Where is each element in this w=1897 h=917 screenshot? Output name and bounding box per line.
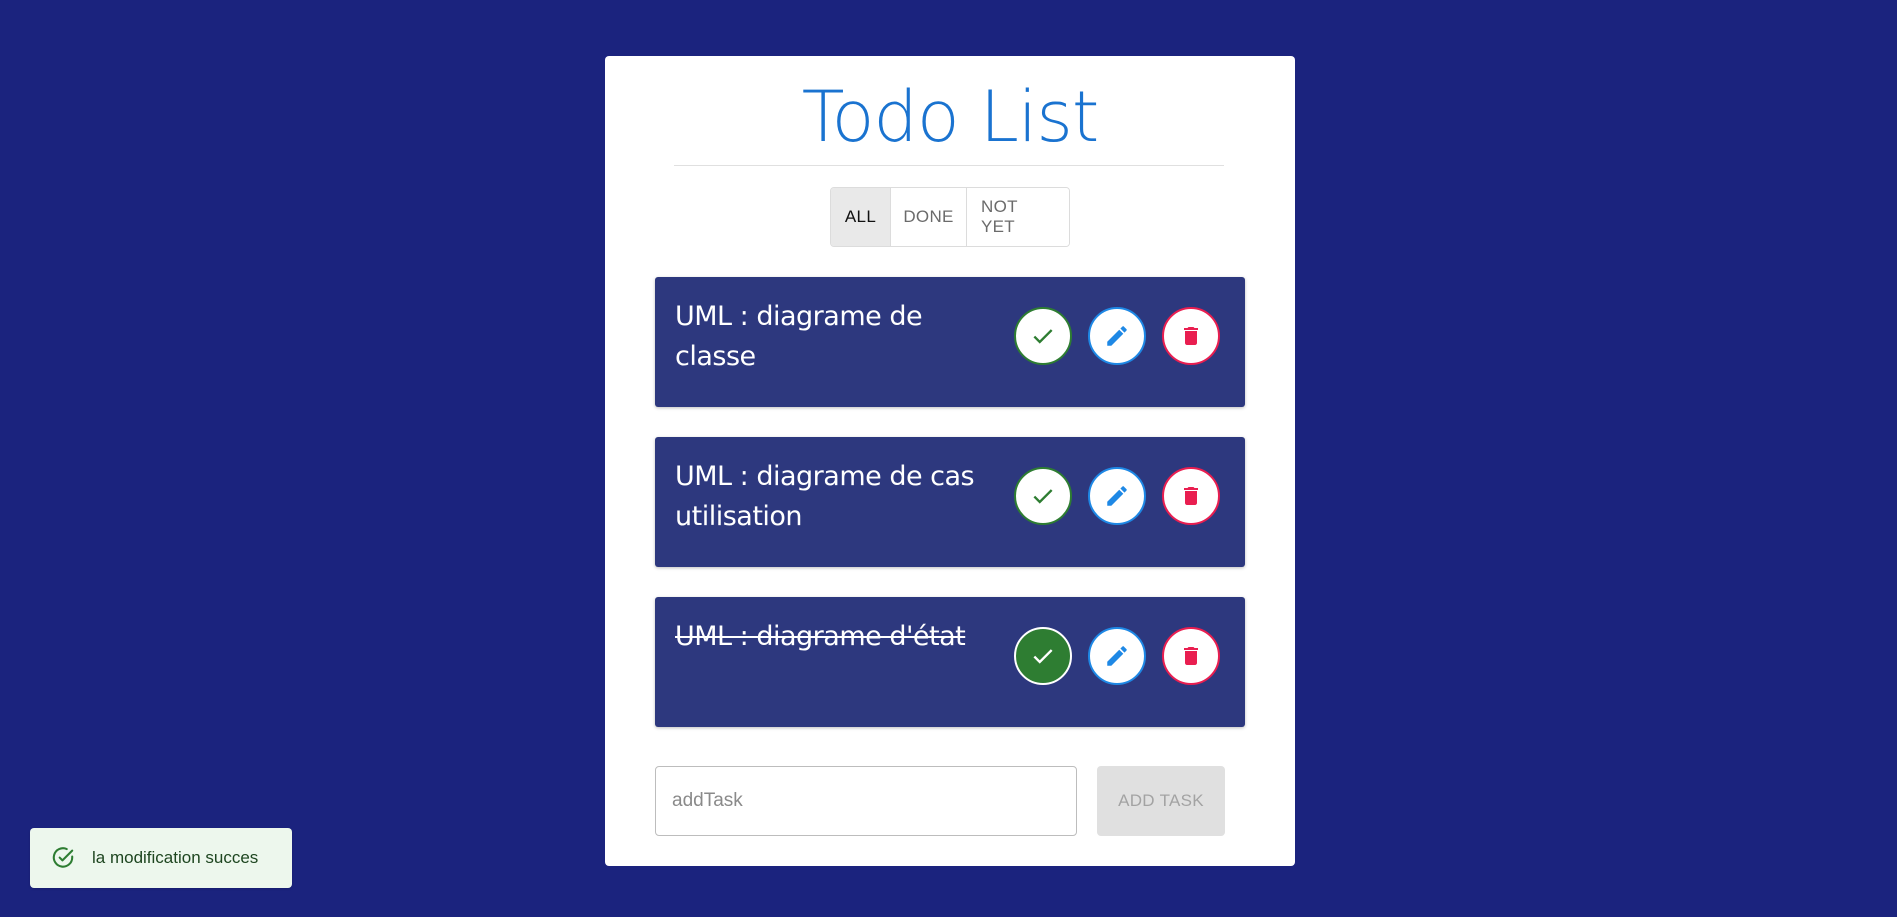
filter-all-button[interactable]: ALL — [831, 188, 891, 246]
delete-task-button[interactable] — [1162, 307, 1220, 365]
check-icon — [1033, 329, 1053, 344]
check-icon — [1033, 649, 1053, 664]
task-text: UML : diagrame de classe — [675, 301, 923, 372]
trash-icon — [1184, 327, 1198, 345]
check-circle-icon — [50, 845, 76, 871]
pencil-icon — [1107, 646, 1127, 666]
task-actions — [1014, 467, 1220, 525]
task-text: UML : diagrame d'état — [675, 621, 966, 652]
task-text: UML : diagrame de cas utilisation — [675, 461, 975, 532]
filter-button-group: ALL DONE NOT YET — [830, 187, 1070, 247]
task-actions — [1014, 627, 1220, 685]
trash-icon — [1184, 647, 1198, 665]
title-divider — [674, 165, 1224, 166]
task-actions — [1014, 307, 1220, 365]
page-title: Todo List — [801, 76, 1100, 158]
todo-card: Todo List ALL DONE NOT YET UML : diagram… — [605, 56, 1295, 866]
pencil-icon — [1107, 326, 1127, 346]
mark-done-button[interactable] — [1014, 627, 1072, 685]
filter-done-button[interactable]: DONE — [891, 188, 967, 246]
mark-done-button[interactable] — [1014, 467, 1072, 525]
task-item: UML : diagrame de cas utilisation — [655, 437, 1245, 567]
check-icon — [1033, 489, 1053, 504]
delete-task-button[interactable] — [1162, 467, 1220, 525]
success-toast: la modification succes — [30, 828, 292, 888]
pencil-icon — [1107, 486, 1127, 506]
trash-icon — [1184, 487, 1198, 505]
edit-task-button[interactable] — [1088, 307, 1146, 365]
edit-task-button[interactable] — [1088, 467, 1146, 525]
mark-done-button[interactable] — [1014, 307, 1072, 365]
delete-task-button[interactable] — [1162, 627, 1220, 685]
task-item: UML : diagrame de classe — [655, 277, 1245, 407]
toast-message: la modification succes — [92, 848, 259, 867]
add-task-button[interactable]: ADD TASK — [1097, 766, 1225, 836]
add-task-input[interactable] — [655, 766, 1077, 836]
edit-task-button[interactable] — [1088, 627, 1146, 685]
filter-not-yet-button[interactable]: NOT YET — [967, 188, 1069, 246]
task-item: UML : diagrame d'état — [655, 597, 1245, 727]
